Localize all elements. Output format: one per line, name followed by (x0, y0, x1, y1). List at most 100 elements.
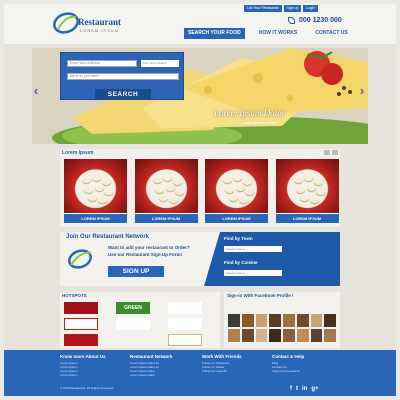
hotspot-logo-chef[interactable] (168, 302, 202, 314)
hotspots-title: HOTSPOTS (62, 293, 87, 298)
top-link-signup[interactable]: Sign up (283, 5, 302, 12)
footer-link[interactable]: Follow on LinkedIn (202, 369, 270, 373)
facebook-photo[interactable] (269, 314, 281, 327)
hotspots-section: HOTSPOTS GREEN (60, 292, 220, 348)
food-card[interactable]: LOREM IPSUM (205, 159, 268, 223)
main-nav: SEARCH YOUR FOOD HOW IT WORKS CONTACT US (184, 28, 352, 39)
footer-link[interactable]: Lorem Ipsum (60, 373, 128, 377)
find-by-town-label: Find by Town (224, 236, 253, 241)
footer-link[interactable]: Support & Feedback (272, 369, 340, 373)
hotspot-logo-red-2[interactable] (64, 334, 98, 346)
address-input[interactable]: Enter Your Address (67, 60, 137, 67)
logo[interactable]: Restaurant LOREM IPSUM (52, 9, 148, 37)
facebook-photo[interactable] (324, 314, 336, 327)
hotspot-logo-vegetable[interactable] (116, 318, 150, 330)
network-title: Join Our Restaurant Network (66, 234, 150, 240)
logo-title: Restaurant (78, 17, 121, 27)
facebook-photo[interactable] (269, 329, 281, 342)
pager-prev-button[interactable] (324, 150, 330, 155)
googleplus-icon[interactable]: g+ (311, 386, 318, 392)
logo-subtitle: LOREM IPSUM (80, 28, 120, 33)
facebook-photo[interactable] (310, 314, 323, 327)
hotspot-logo-beverages[interactable] (168, 318, 202, 330)
hero-next-arrow-icon[interactable]: › (360, 84, 364, 98)
facebook-photo[interactable] (241, 314, 254, 327)
dumplings-image (205, 159, 268, 213)
facebook-icon[interactable]: f (290, 386, 292, 392)
hero-prev-arrow-icon[interactable]: ‹ (34, 84, 38, 98)
hotspot-logo-green[interactable]: GREEN (116, 302, 150, 314)
footer-col-title: Contact & Help (272, 354, 305, 359)
network-logo-icon (68, 249, 92, 269)
footer-col-title: Know more About Us (60, 354, 106, 359)
phone-contact: 000 1230 000 (288, 14, 342, 26)
hotspot-logo-crest[interactable] (168, 334, 202, 346)
site-footer: Know more About Us Lorem Ipsum Lorem Ips… (4, 350, 396, 396)
facebook-photo[interactable] (241, 329, 254, 342)
search-button[interactable]: SEARCH (95, 89, 151, 100)
linkedin-icon[interactable]: in (302, 386, 307, 392)
network-section: Join Our Restaurant Network Want to add … (60, 232, 340, 286)
facebook-photo[interactable] (296, 314, 309, 327)
dumplings-image (134, 159, 198, 213)
hero-subcaption: Lorem ipsum dolor (242, 120, 276, 125)
top-links: List Your Restaurant Sign up Login (244, 5, 318, 12)
search-panel: Enter Your Address City name Search What… (60, 52, 184, 100)
page: Restaurant LOREM IPSUM List Your Restaur… (0, 0, 400, 400)
featured-cards: LOREM IPSUM LOREM IPSUM LOREM IPSUM LORE… (64, 159, 339, 223)
card-label-button[interactable]: LOREM IPSUM (64, 214, 127, 223)
site-header: Restaurant LOREM IPSUM List Your Restaur… (4, 4, 396, 44)
social-links: f t in g+ (290, 386, 319, 392)
hotspot-logo-red[interactable] (64, 302, 98, 314)
facebook-photo[interactable] (310, 329, 323, 342)
facebook-photo[interactable] (296, 329, 309, 342)
town-select[interactable]: Select cuisine (224, 246, 282, 252)
facebook-photo-grid (228, 314, 336, 342)
hotspot-logo-script[interactable] (64, 318, 98, 330)
find-by-cuisine-label: Find by Cuisine (224, 260, 258, 265)
network-line-2: Use our Restaurant Sign-Up Form! (108, 252, 183, 257)
featured-pager (324, 150, 338, 155)
cuisine-select[interactable]: Select cuisine (224, 270, 282, 276)
footer-col-title: Restaurant Network (130, 354, 173, 359)
facebook-photo[interactable] (228, 314, 240, 327)
facebook-title: Sign-in With Facebook Profile ! (227, 293, 294, 298)
food-card[interactable]: LOREM IPSUM (64, 159, 127, 223)
nav-search-your-food[interactable]: SEARCH YOUR FOOD (184, 28, 245, 39)
facebook-photo[interactable] (228, 329, 240, 342)
top-link-list-restaurant[interactable]: List Your Restaurant (244, 5, 282, 12)
facebook-photo[interactable] (283, 329, 295, 342)
signup-button[interactable]: SIGN UP (108, 266, 164, 277)
food-card[interactable]: LOREM IPSUM (275, 159, 339, 223)
footer-col-title: Work With Friends (202, 354, 242, 359)
card-label-button[interactable]: LOREM IPSUM (205, 214, 268, 223)
phone-number: 000 1230 000 (299, 16, 342, 24)
network-line-1: Want to add your restaurant to Order? (108, 245, 190, 250)
facebook-photo[interactable] (255, 314, 268, 327)
card-label-button[interactable]: LOREM IPSUM (275, 214, 339, 223)
nav-how-it-works[interactable]: HOW IT WORKS (255, 28, 302, 39)
featured-section: Lorem Ipsum LOREM IPSUM LOREM IPSUM LORE… (60, 149, 340, 227)
city-search-field[interactable]: City name Search (141, 60, 179, 67)
phone-icon (288, 16, 295, 24)
top-link-login[interactable]: Login (303, 5, 318, 12)
pager-next-button[interactable] (332, 150, 338, 155)
dumplings-image (64, 159, 127, 213)
facebook-photo[interactable] (255, 329, 268, 342)
facebook-photo[interactable] (283, 314, 295, 327)
screenshot-frame: Restaurant LOREM IPSUM List Your Restaur… (4, 4, 396, 396)
food-search-input[interactable]: What do you want? (67, 73, 179, 80)
find-panel: Find by Town Select cuisine Find by Cuis… (204, 232, 340, 286)
nav-contact-us[interactable]: CONTACT US (311, 28, 351, 39)
copyright: © 2013 Restaurant. All Rights Reserved. (60, 386, 114, 390)
footer-col-about: Know more About Us Lorem Ipsum Lorem Ips… (60, 354, 128, 377)
facebook-photo[interactable] (324, 329, 336, 342)
featured-title: Lorem Ipsum (62, 150, 94, 156)
footer-col-contact: Contact & Help FAQ Contact Us Support & … (272, 354, 340, 373)
card-label-button[interactable]: LOREM IPSUM (134, 214, 198, 223)
twitter-icon[interactable]: t (296, 386, 298, 392)
footer-link[interactable]: Lorem ipsum dolor (130, 373, 198, 377)
dumplings-image (275, 159, 339, 213)
food-card[interactable]: LOREM IPSUM (134, 159, 198, 223)
footer-col-network: Restaurant Network Lorem ipsum dolor sit… (130, 354, 198, 377)
